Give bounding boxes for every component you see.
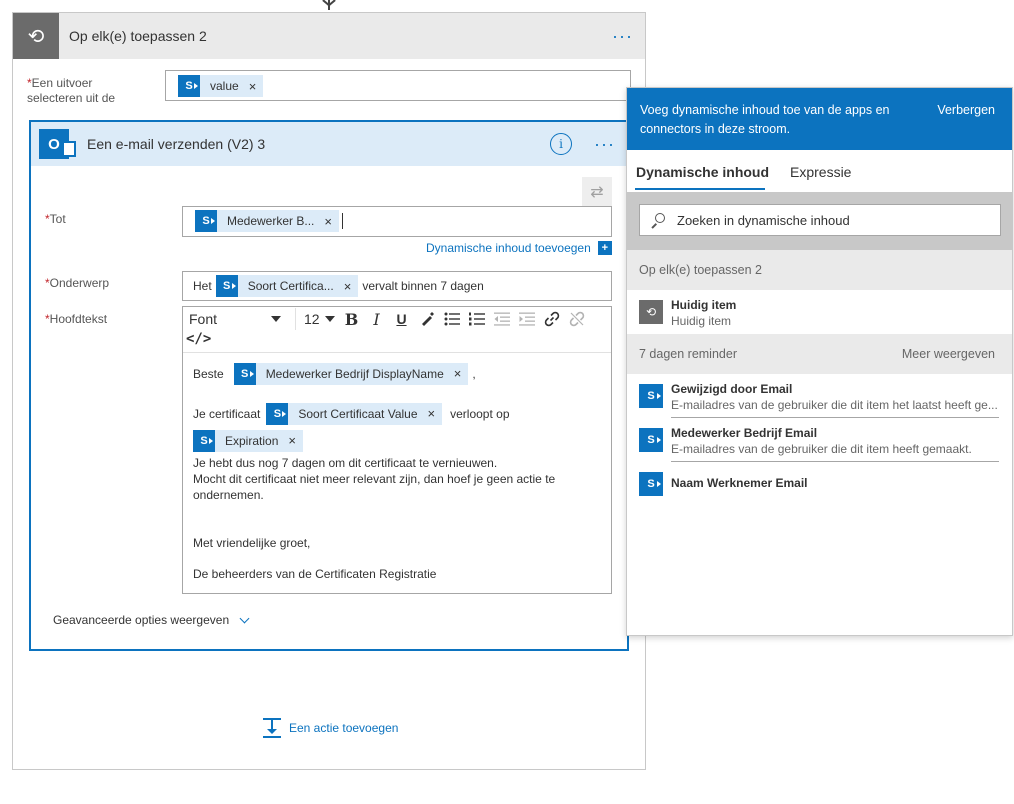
subject-token[interactable]: S Soort Certifica... × — [215, 275, 359, 297]
panel-tabs: Dynamische inhoud Expressie — [627, 150, 1012, 192]
select-output-input[interactable]: S value × — [165, 70, 631, 101]
to-label: *Tot — [45, 212, 66, 226]
select-output-label: *Een uitvoer selecteren uit de — [27, 76, 116, 105]
font-select[interactable]: Font — [183, 308, 287, 330]
remove-link-icon[interactable] — [564, 308, 589, 330]
remove-token-icon[interactable]: × — [342, 279, 359, 294]
dynamic-item-modified-by-email[interactable]: S Gewijzigd door Email E-mailadres van d… — [627, 374, 1012, 418]
body-certificate-line: Je certificaat S Soort Certificaat Value… — [193, 403, 510, 425]
add-action-icon — [261, 717, 283, 739]
remove-token-icon[interactable]: × — [322, 214, 339, 229]
sharepoint-icon: S — [195, 210, 217, 232]
body-signature-line: De beheerders van de Certificaten Regist… — [193, 567, 437, 581]
to-input[interactable]: S Medewerker B... × — [182, 206, 612, 237]
add-dynamic-content-link[interactable]: Dynamische inhoud toevoegen + — [426, 241, 612, 255]
send-email-title: Een e-mail verzenden (V2) 3 — [87, 136, 266, 152]
hide-panel-button[interactable]: Verbergen — [937, 103, 995, 117]
sharepoint-icon: S — [193, 430, 215, 452]
dynamic-content-panel: Voeg dynamische inhoud toe van de apps e… — [626, 87, 1013, 636]
underline-button[interactable]: U — [389, 308, 414, 330]
code-view-button[interactable]: </> — [186, 331, 211, 347]
body-expiration-line: S Expiration × — [193, 430, 303, 452]
apply-to-each-title: Op elk(e) toepassen 2 — [69, 28, 207, 44]
subject-label: *Onderwerp — [45, 276, 110, 290]
active-tab-indicator — [635, 188, 765, 190]
value-token[interactable]: S value × — [178, 75, 264, 97]
subject-input[interactable]: Het S Soort Certifica... × vervalt binne… — [182, 271, 612, 301]
body-text-line: Mocht dit certificaat niet meer relevant… — [193, 472, 556, 486]
body-greeting-line: Beste S Medewerker Bedrijf DisplayName ×… — [193, 363, 476, 385]
body-closing-line: Met vriendelijke groet, — [193, 536, 311, 550]
tab-expression[interactable]: Expressie — [790, 164, 851, 180]
rich-text-toolbar: Font 12 B I U </> — [183, 307, 611, 353]
section-header-reminder: 7 dagen reminder Meer weergeven — [627, 334, 1012, 374]
insert-link-icon[interactable] — [539, 308, 564, 330]
displayname-token[interactable]: S Medewerker Bedrijf DisplayName × — [233, 363, 469, 385]
increase-indent-icon[interactable] — [514, 308, 539, 330]
swap-input-mode-icon[interactable]: ⇄ — [582, 177, 612, 207]
remove-token-icon[interactable]: × — [286, 433, 303, 449]
sharepoint-icon: S — [178, 75, 200, 97]
chevron-down-icon — [239, 613, 250, 623]
certificate-type-token[interactable]: S Soort Certificaat Value × — [266, 403, 443, 425]
body-text-line: ondernemen. — [193, 488, 264, 502]
dynamic-item-employee-company-email[interactable]: S Medewerker Bedrijf Email E-mailadres v… — [627, 418, 1012, 462]
show-more-link[interactable]: Meer weergeven — [902, 347, 995, 361]
sharepoint-icon: S — [639, 384, 663, 408]
dynamic-item-employee-name-email[interactable]: S Naam Werknemer Email — [627, 462, 1012, 506]
add-action-button[interactable]: Een actie toevoegen — [261, 717, 398, 739]
remove-token-icon[interactable]: × — [426, 406, 443, 422]
outlook-icon: O — [39, 129, 76, 159]
search-input[interactable]: Zoeken in dynamische inhoud — [639, 204, 1001, 236]
loop-icon: ⟲ — [13, 13, 59, 59]
info-icon[interactable]: i — [550, 133, 573, 155]
body-label: *Hoofdtekst — [45, 312, 108, 326]
sharepoint-icon: S — [215, 275, 238, 297]
body-editor[interactable]: Font 12 B I U </> Beste S Medewerker Bed… — [182, 306, 612, 594]
send-email-card: O Een e-mail verzenden (V2) 3 i ··· ⇄ *T… — [29, 120, 629, 651]
font-size-select[interactable]: 12 — [295, 308, 339, 330]
show-advanced-options-button[interactable]: Geavanceerde opties weergeven — [53, 613, 250, 627]
more-options-icon[interactable]: ··· — [594, 135, 615, 153]
flow-connector-arrow — [319, 0, 339, 12]
search-icon — [651, 213, 665, 228]
body-text-line: Je hebt dus nog 7 dagen om dit certifica… — [193, 456, 498, 470]
sharepoint-icon: S — [266, 403, 289, 425]
loop-icon: ⟲ — [639, 300, 663, 324]
search-area: Zoeken in dynamische inhoud — [627, 192, 1012, 250]
apply-to-each-header[interactable]: ⟲ Op elk(e) toepassen 2 ··· — [13, 13, 645, 59]
numbered-list-icon[interactable] — [464, 308, 489, 330]
dynamic-item-current-item[interactable]: ⟲ Huidig item Huidig item — [627, 290, 1012, 334]
dynamic-content-description: Voeg dynamische inhoud toe van de apps e… — [640, 103, 890, 136]
remove-token-icon[interactable]: × — [247, 79, 264, 94]
decrease-indent-icon[interactable] — [489, 308, 514, 330]
more-options-icon[interactable]: ··· — [612, 27, 633, 45]
bulleted-list-icon[interactable] — [439, 308, 464, 330]
dynamic-content-header: Voeg dynamische inhoud toe van de apps e… — [627, 88, 1012, 150]
remove-token-icon[interactable]: × — [452, 366, 469, 382]
to-token[interactable]: S Medewerker B... × — [195, 210, 339, 232]
body-content[interactable]: Beste S Medewerker Bedrijf DisplayName ×… — [183, 353, 611, 581]
tab-dynamic-content[interactable]: Dynamische inhoud — [636, 164, 769, 180]
sharepoint-icon: S — [639, 428, 663, 452]
plus-icon: + — [597, 241, 612, 255]
highlight-pen-icon[interactable] — [414, 308, 439, 330]
section-header-apply-to-each: Op elk(e) toepassen 2 — [627, 250, 1012, 290]
bold-button[interactable]: B — [339, 308, 364, 330]
send-email-header[interactable]: O Een e-mail verzenden (V2) 3 i ··· — [31, 122, 627, 166]
italic-button[interactable]: I — [364, 308, 389, 330]
expiration-token[interactable]: S Expiration × — [193, 430, 303, 452]
sharepoint-icon: S — [233, 363, 256, 385]
sharepoint-icon: S — [639, 472, 663, 496]
